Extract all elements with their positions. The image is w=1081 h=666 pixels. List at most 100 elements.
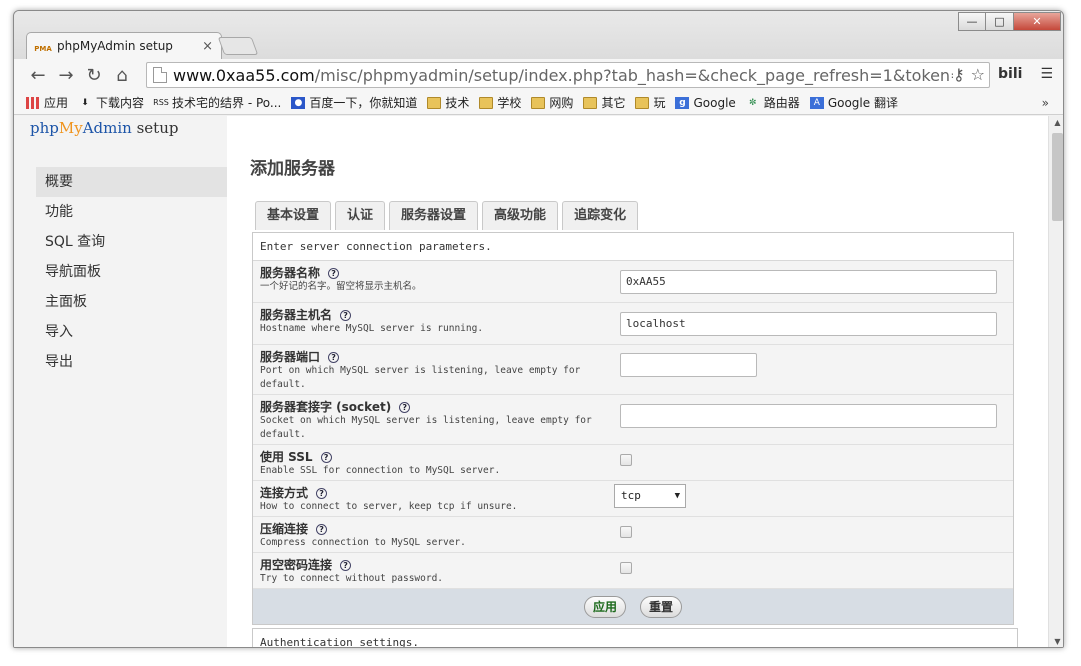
help-icon[interactable]: ?	[399, 402, 411, 413]
host-input[interactable]: localhost	[620, 312, 997, 336]
bookmark-folder-school[interactable]: 学校	[479, 94, 521, 111]
ssl-checkbox[interactable]	[620, 454, 632, 466]
sidebar-item-export[interactable]: 导出	[36, 347, 227, 377]
socket-input[interactable]	[620, 404, 997, 428]
reset-button[interactable]: 重置	[640, 595, 683, 618]
sidebar-item-import[interactable]: 导入	[36, 317, 227, 347]
bookmark-folder-shopping[interactable]: 网购	[531, 94, 573, 111]
pma-favicon-icon: PMA	[34, 45, 52, 53]
bookmark-label: 玩	[653, 96, 666, 110]
form-row-ssl: 使用 SSL? Enable SSL for connection to MyS…	[253, 445, 1013, 481]
bookmark-router[interactable]: ✼ 路由器	[746, 94, 800, 111]
bookmark-label: 技术宅的结界 - Po...	[172, 96, 282, 110]
sidebar-item-sql-query[interactable]: SQL 查询	[36, 227, 227, 257]
bookmark-label: 应用	[44, 96, 69, 110]
bookmark-folder-other[interactable]: 其它	[583, 94, 625, 111]
scroll-down-icon[interactable]: ▼	[1049, 635, 1063, 647]
page-content: phpMyAdmin setup 概要 功能 SQL 查询 导航面板 主面板 导…	[14, 116, 1063, 647]
vertical-scrollbar[interactable]: ▲ ▼	[1048, 116, 1063, 647]
home-icon[interactable]: ⌂	[108, 65, 136, 86]
forward-arrow-icon[interactable]: →	[52, 65, 80, 86]
bookmark-folder-play[interactable]: 玩	[635, 94, 665, 111]
folder-icon	[427, 96, 442, 109]
apply-button[interactable]: 应用	[583, 595, 626, 618]
menu-icon[interactable]: ☰	[1040, 66, 1053, 82]
form-row-nopassword: 用空密码连接? Try to connect without password.	[253, 553, 1013, 589]
port-input[interactable]	[620, 353, 757, 377]
bookmark-apps[interactable]: 应用	[26, 94, 68, 111]
server-name-input[interactable]: 0xAA55	[620, 270, 997, 294]
bookmark-google[interactable]: g Google	[675, 96, 736, 110]
pma-logo: phpMyAdmin setup	[30, 119, 178, 137]
bookmark-label: 学校	[497, 96, 522, 110]
field-description: Socket on which MySQL server is listenin…	[260, 415, 592, 440]
label-text: 用空密码连接	[260, 558, 333, 572]
translate-icon: A	[809, 96, 824, 109]
bilibili-extension-icon[interactable]: bili	[998, 66, 1022, 82]
tab-basic-settings[interactable]: 基本设置	[255, 201, 332, 230]
key-icon[interactable]: ⚷	[953, 65, 965, 84]
browser-tab[interactable]: PMA phpMyAdmin setup ×	[26, 32, 222, 59]
bookmark-translate[interactable]: A Google 翻译	[809, 94, 898, 111]
server-form: Enter server connection parameters. 服务器名…	[252, 232, 1014, 625]
bookmarks-more-icon[interactable]: »	[1042, 96, 1049, 110]
new-tab-button[interactable]	[217, 37, 259, 55]
help-icon[interactable]: ?	[328, 352, 340, 363]
main-panel: 添加服务器 基本设置 认证 服务器设置 高级功能 追踪变化 Enter serv…	[227, 116, 1039, 647]
bookmark-folder-tech[interactable]: 技术	[427, 94, 469, 111]
auth-settings-box: Authentication settings.	[252, 628, 1018, 647]
dropdown-arrow-icon: ▼	[674, 491, 680, 501]
tab-close-icon[interactable]: ×	[202, 39, 213, 54]
sidebar-item-navigation-panel[interactable]: 导航面板	[36, 257, 227, 287]
help-icon[interactable]: ?	[320, 452, 332, 463]
help-icon[interactable]: ?	[340, 310, 352, 321]
label-text: 服务器名称	[260, 266, 321, 280]
page-title: 添加服务器	[250, 159, 335, 179]
tab-change-tracking[interactable]: 追踪变化	[562, 201, 639, 230]
sidebar-item-features[interactable]: 功能	[36, 197, 227, 227]
maximize-button[interactable]: □	[986, 12, 1014, 31]
logo-admin: Admin	[82, 119, 132, 137]
bookmark-rss[interactable]: RSS 技术宅的结界 - Po...	[153, 94, 282, 111]
label-text: 使用 SSL	[260, 450, 313, 464]
nopassword-checkbox[interactable]	[620, 562, 632, 574]
field-description: Hostname where MySQL server is running.	[260, 323, 484, 334]
scroll-thumb[interactable]	[1052, 133, 1063, 221]
form-row-port: 服务器端口? Port on which MySQL server is lis…	[253, 345, 1013, 395]
browser-window: — □ ✕ PMA phpMyAdmin setup × ← → ↻ ⌂ www…	[13, 10, 1064, 648]
help-icon[interactable]: ?	[340, 560, 352, 571]
bookmark-label: 技术	[445, 96, 470, 110]
address-bar[interactable]: www.0xaa55.com/misc/phpmyadmin/setup/ind…	[146, 62, 990, 88]
help-icon[interactable]: ?	[316, 488, 328, 499]
download-icon: ⬇	[81, 97, 89, 108]
scroll-up-icon[interactable]: ▲	[1049, 116, 1063, 130]
compress-checkbox[interactable]	[620, 526, 632, 538]
form-row-compress: 压缩连接? Compress connection to MySQL serve…	[253, 517, 1013, 553]
tab-authentication[interactable]: 认证	[335, 201, 386, 230]
settings-tabs: 基本设置 认证 服务器设置 高级功能 追踪变化	[255, 201, 639, 230]
bookmark-star-icon[interactable]: ☆	[971, 65, 985, 84]
connect-type-select[interactable]: tcp ▼	[614, 484, 686, 508]
close-window-button[interactable]: ✕	[1014, 12, 1061, 31]
tab-advanced-features[interactable]: 高级功能	[482, 201, 559, 230]
tab-server-settings[interactable]: 服务器设置	[389, 201, 479, 230]
folder-icon	[531, 96, 546, 109]
sidebar: phpMyAdmin setup 概要 功能 SQL 查询 导航面板 主面板 导…	[14, 116, 227, 647]
field-description: Enable SSL for connection to MySQL serve…	[260, 465, 501, 476]
field-label: 用空密码连接?	[260, 556, 352, 573]
reload-icon[interactable]: ↻	[80, 65, 108, 86]
folder-icon	[583, 96, 598, 109]
folder-icon	[635, 96, 650, 109]
window-controls: — □ ✕	[958, 12, 1061, 31]
field-label: 使用 SSL?	[260, 448, 332, 465]
minimize-button[interactable]: —	[958, 12, 986, 31]
bookmark-downloads[interactable]: ⬇ 下载内容	[78, 94, 144, 111]
sidebar-item-main-panel[interactable]: 主面板	[36, 287, 227, 317]
help-icon[interactable]: ?	[328, 268, 340, 279]
back-arrow-icon[interactable]: ←	[24, 65, 52, 86]
sidebar-item-overview[interactable]: 概要	[36, 167, 227, 197]
help-icon[interactable]: ?	[316, 524, 328, 535]
bookmark-baidu[interactable]: ● 百度一下，你就知道	[291, 94, 417, 111]
field-label: 服务器名称?	[260, 264, 340, 281]
url-path: /misc/phpmyadmin/setup/index.php?tab_has…	[314, 65, 984, 85]
